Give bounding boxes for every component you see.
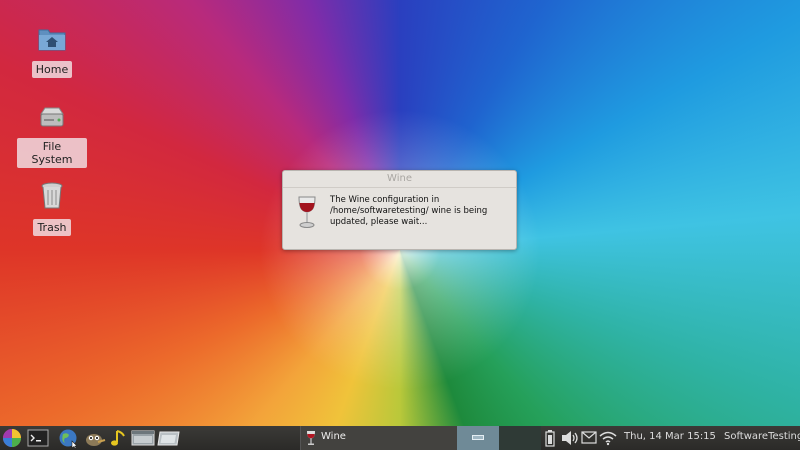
terminal-icon	[27, 429, 49, 447]
wine-glass-icon	[307, 431, 315, 445]
file-manager-launcher[interactable]	[131, 428, 155, 448]
desktop-icon-label: Home	[31, 61, 73, 78]
wine-glass-icon	[298, 196, 316, 228]
desktop-icon-label: Trash	[33, 219, 71, 236]
hard-drive-icon	[40, 107, 64, 127]
desktop-background: Home File System Trash Wine The Wine con…	[0, 0, 800, 426]
gimp-icon	[86, 434, 106, 446]
app-menu-button[interactable]	[2, 428, 22, 448]
file-manager-icon	[131, 430, 155, 446]
mail-notifier[interactable]	[581, 431, 597, 451]
web-browser-launcher[interactable]	[58, 428, 80, 448]
task-label: Wine	[321, 431, 346, 442]
mail-icon	[581, 431, 597, 444]
task-button-wine[interactable]: Wine	[300, 426, 457, 450]
music-player-icon	[111, 430, 125, 446]
dialog-title: Wine	[283, 171, 516, 188]
volume-icon	[562, 431, 578, 445]
window-icon	[157, 431, 180, 446]
battery-icon	[545, 430, 555, 447]
web-browser-icon	[59, 429, 78, 448]
desktop-icon-file-system[interactable]: File System	[17, 102, 87, 168]
terminal-launcher[interactable]	[27, 428, 49, 448]
music-player-launcher[interactable]	[108, 428, 130, 448]
workspace-1[interactable]	[457, 426, 499, 450]
dialog-message: The Wine configuration in /home/software…	[330, 195, 488, 227]
window-launcher[interactable]	[157, 428, 181, 448]
workspace-2[interactable]	[499, 426, 541, 450]
app-menu-icon	[3, 429, 21, 447]
home-folder-icon	[38, 29, 66, 51]
gimp-launcher[interactable]	[82, 428, 106, 448]
desktop-icon-home[interactable]: Home	[17, 22, 87, 78]
battery-indicator[interactable]	[545, 429, 555, 449]
network-indicator[interactable]	[599, 430, 617, 450]
user-name[interactable]: SoftwareTesting	[724, 431, 800, 442]
taskbar: Wine Thu, 14 Mar 15:15 SoftwareTesting	[0, 426, 800, 450]
trash-icon	[41, 182, 63, 209]
wine-update-dialog: Wine The Wine configuration in /home/sof…	[282, 170, 517, 250]
workspace-window-preview	[472, 435, 484, 440]
desktop-icon-trash[interactable]: Trash	[17, 180, 87, 236]
volume-control[interactable]	[561, 430, 579, 450]
clock[interactable]: Thu, 14 Mar 15:15	[624, 431, 716, 442]
wifi-icon	[599, 431, 617, 446]
desktop-icon-label: File System	[17, 138, 87, 168]
